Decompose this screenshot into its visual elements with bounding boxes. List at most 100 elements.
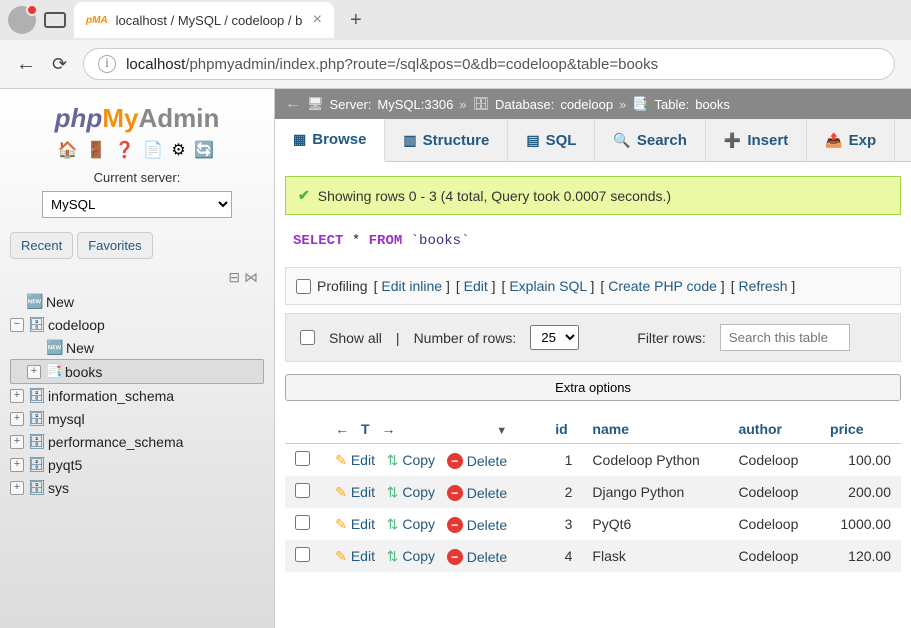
cell-name: Flask — [582, 540, 728, 572]
reload-icon[interactable]: 🔄 — [194, 142, 216, 159]
sidebar-tabs: Recent Favorites — [10, 232, 264, 259]
row-delete-link[interactable]: − Delete — [447, 517, 507, 533]
tree-db-information-schema[interactable]: +🗄information_schema — [10, 384, 264, 407]
nav-export[interactable]: 📤Exp — [807, 119, 895, 161]
nav-browse[interactable]: ▦Browse — [275, 119, 385, 162]
expand-icon[interactable]: + — [10, 481, 24, 495]
success-text: Showing rows 0 - 3 (4 total, Query took … — [318, 188, 671, 204]
tab-recent[interactable]: Recent — [10, 232, 73, 259]
tree-db-pyqt5[interactable]: +🗄pyqt5 — [10, 453, 264, 476]
row-copy-link[interactable]: Copy — [387, 484, 435, 501]
browse-icon: ▦ — [293, 131, 306, 148]
tree-db-performance-schema[interactable]: +🗄performance_schema — [10, 430, 264, 453]
home-icon[interactable]: 🏠 — [58, 142, 80, 159]
refresh-link[interactable]: Refresh — [738, 278, 787, 294]
address-bar[interactable]: i localhost/phpmyadmin/index.php?route=/… — [83, 48, 895, 80]
server-select[interactable]: MySQL — [42, 191, 232, 218]
explain-sql-link[interactable]: Explain SQL — [509, 278, 586, 294]
expand-icon[interactable]: + — [10, 435, 24, 449]
bc-server-link[interactable]: MySQL:3306 — [377, 97, 453, 112]
browser-tab-active[interactable]: pMA localhost / MySQL / codeloop / b × — [74, 2, 334, 38]
nav-structure[interactable]: ▥Structure — [385, 119, 508, 161]
row-edit-link[interactable]: Edit — [335, 452, 375, 469]
new-tab-button[interactable]: + — [342, 9, 370, 32]
th-tools[interactable]: ← T → — [325, 415, 486, 444]
cell-name: PyQt6 — [582, 508, 728, 540]
table-icon: 📑 — [45, 363, 61, 380]
bc-db-link[interactable]: codeloop — [560, 97, 613, 112]
profiling-checkbox[interactable] — [296, 279, 311, 294]
th-id[interactable]: id — [545, 415, 582, 444]
row-checkbox[interactable] — [295, 483, 310, 498]
row-checkbox[interactable] — [295, 547, 310, 562]
num-rows-select[interactable]: 25 — [530, 325, 579, 350]
row-delete-link[interactable]: − Delete — [447, 549, 507, 565]
nav-insert[interactable]: ➕Insert — [706, 119, 807, 161]
phpmyadmin-favicon: pMA — [86, 15, 108, 26]
main-content: ← 🖥 Server: MySQL:3306 » 🗄 Database: cod… — [275, 89, 911, 628]
cell-price: 200.00 — [820, 476, 901, 508]
tree-db-codeloop[interactable]: −🗄codeloop — [10, 313, 264, 336]
row-delete-link[interactable]: − Delete — [447, 485, 507, 501]
site-info-icon[interactable]: i — [98, 55, 116, 73]
edit-inline-link[interactable]: Edit inline — [381, 278, 442, 294]
profile-icon[interactable] — [8, 6, 36, 34]
tree-collapse-controls[interactable]: ⊟ ⋈ — [10, 269, 264, 286]
window-list-icon[interactable] — [44, 12, 66, 28]
docs-icon[interactable]: ❓ — [115, 142, 137, 159]
back-button[interactable]: ← — [16, 53, 36, 76]
row-edit-link[interactable]: Edit — [335, 548, 375, 565]
close-tab-icon[interactable]: × — [313, 11, 322, 29]
breadcrumb-back-icon[interactable]: ← — [285, 95, 301, 113]
row-delete-link[interactable]: − Delete — [447, 453, 507, 469]
expand-icon[interactable]: + — [10, 389, 24, 403]
table-row: Edit Copy − Delete2Django PythonCodeloop… — [285, 476, 901, 508]
database-icon: 🗄 — [473, 96, 490, 112]
filter-rows-input[interactable] — [720, 324, 850, 351]
delete-icon: − — [447, 517, 463, 533]
logout-icon[interactable]: 🚪 — [86, 142, 108, 159]
th-author[interactable]: author — [728, 415, 820, 444]
edit-link[interactable]: Edit — [464, 278, 488, 294]
sidebar-toolbar: 🏠 🚪 ❓ 📄 ⚙ 🔄 — [10, 140, 264, 160]
database-icon: 🗄 — [28, 316, 44, 333]
insert-icon: ➕ — [724, 132, 741, 149]
cell-id: 2 — [545, 476, 582, 508]
settings-icon[interactable]: ⚙ — [171, 142, 187, 159]
show-all-checkbox[interactable] — [300, 330, 315, 345]
create-php-link[interactable]: Create PHP code — [608, 278, 717, 294]
sql-icon[interactable]: 📄 — [143, 142, 165, 159]
row-edit-link[interactable]: Edit — [335, 516, 375, 533]
nav-search[interactable]: 🔍Search — [595, 119, 705, 161]
tree-table-books[interactable]: +📑books — [10, 359, 264, 384]
expand-icon[interactable]: + — [10, 458, 24, 472]
tree-db-sys[interactable]: +🗄sys — [10, 476, 264, 499]
th-price[interactable]: price — [820, 415, 901, 444]
row-copy-link[interactable]: Copy — [387, 516, 435, 533]
row-copy-link[interactable]: Copy — [387, 452, 435, 469]
nav-sql[interactable]: ▤SQL — [508, 119, 595, 161]
app: phpMyAdmin 🏠 🚪 ❓ 📄 ⚙ 🔄 Current server: M… — [0, 89, 911, 628]
expand-icon[interactable]: + — [27, 365, 41, 379]
tree-new-table[interactable]: 🆕New — [10, 336, 264, 359]
collapse-icon[interactable]: − — [10, 318, 24, 332]
database-icon: 🗄 — [28, 387, 44, 404]
row-copy-link[interactable]: Copy — [387, 548, 435, 565]
cell-id: 1 — [545, 444, 582, 477]
row-edit-link[interactable]: Edit — [335, 484, 375, 501]
db-tree: 🆕New −🗄codeloop 🆕New +📑books +🗄informati… — [10, 290, 264, 499]
extra-options-button[interactable]: Extra options — [285, 374, 901, 401]
row-checkbox[interactable] — [295, 451, 310, 466]
tab-favorites[interactable]: Favorites — [77, 232, 152, 259]
tree-new-db[interactable]: 🆕New — [10, 290, 264, 313]
th-name[interactable]: name — [582, 415, 728, 444]
refresh-button[interactable]: ⟳ — [52, 54, 67, 75]
database-icon: 🗄 — [28, 456, 44, 473]
row-checkbox[interactable] — [295, 515, 310, 530]
phpmyadmin-logo[interactable]: phpMyAdmin — [10, 103, 264, 134]
tree-db-mysql[interactable]: +🗄mysql — [10, 407, 264, 430]
cell-id: 3 — [545, 508, 582, 540]
cell-price: 1000.00 — [820, 508, 901, 540]
bc-table-link[interactable]: books — [695, 97, 730, 112]
expand-icon[interactable]: + — [10, 412, 24, 426]
